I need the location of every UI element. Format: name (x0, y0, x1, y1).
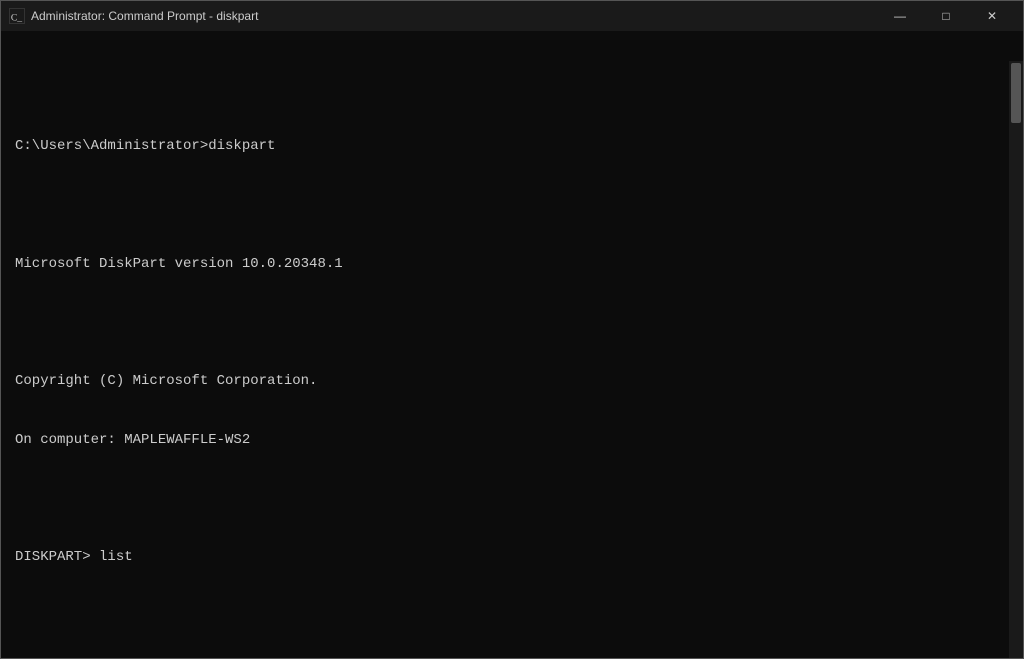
svg-text:C_: C_ (11, 12, 22, 23)
title-bar-controls: — □ ✕ (877, 1, 1015, 31)
blank-line-5 (15, 607, 999, 627)
window-title: Administrator: Command Prompt - diskpart (31, 9, 258, 23)
close-button[interactable]: ✕ (969, 1, 1015, 31)
blank-line-2 (15, 196, 999, 216)
computer-line: On computer: MAPLEWAFFLE-WS2 (15, 431, 999, 451)
cmd-window: C_ Administrator: Command Prompt - diskp… (0, 0, 1024, 659)
minimize-button[interactable]: — (877, 1, 923, 31)
cmd-icon: C_ (9, 8, 25, 24)
list-command: DISKPART> list (15, 548, 999, 568)
version-line-1: Microsoft DiskPart version 10.0.20348.1 (15, 255, 999, 275)
blank-line-1 (15, 78, 999, 98)
scrollbar-thumb[interactable] (1011, 63, 1021, 123)
title-bar-left: C_ Administrator: Command Prompt - diskp… (9, 8, 258, 24)
initial-command: C:\Users\Administrator>diskpart (15, 137, 999, 157)
maximize-button[interactable]: □ (923, 1, 969, 31)
copyright-line: Copyright (C) Microsoft Corporation. (15, 372, 999, 392)
scrollbar-track[interactable] (1009, 61, 1023, 658)
title-bar: C_ Administrator: Command Prompt - diskp… (1, 1, 1023, 31)
terminal-body[interactable]: C:\Users\Administrator>diskpart Microsof… (1, 31, 1023, 658)
terminal-content: C:\Users\Administrator>diskpart Microsof… (15, 39, 999, 658)
blank-line-3 (15, 313, 999, 333)
blank-line-4 (15, 490, 999, 510)
